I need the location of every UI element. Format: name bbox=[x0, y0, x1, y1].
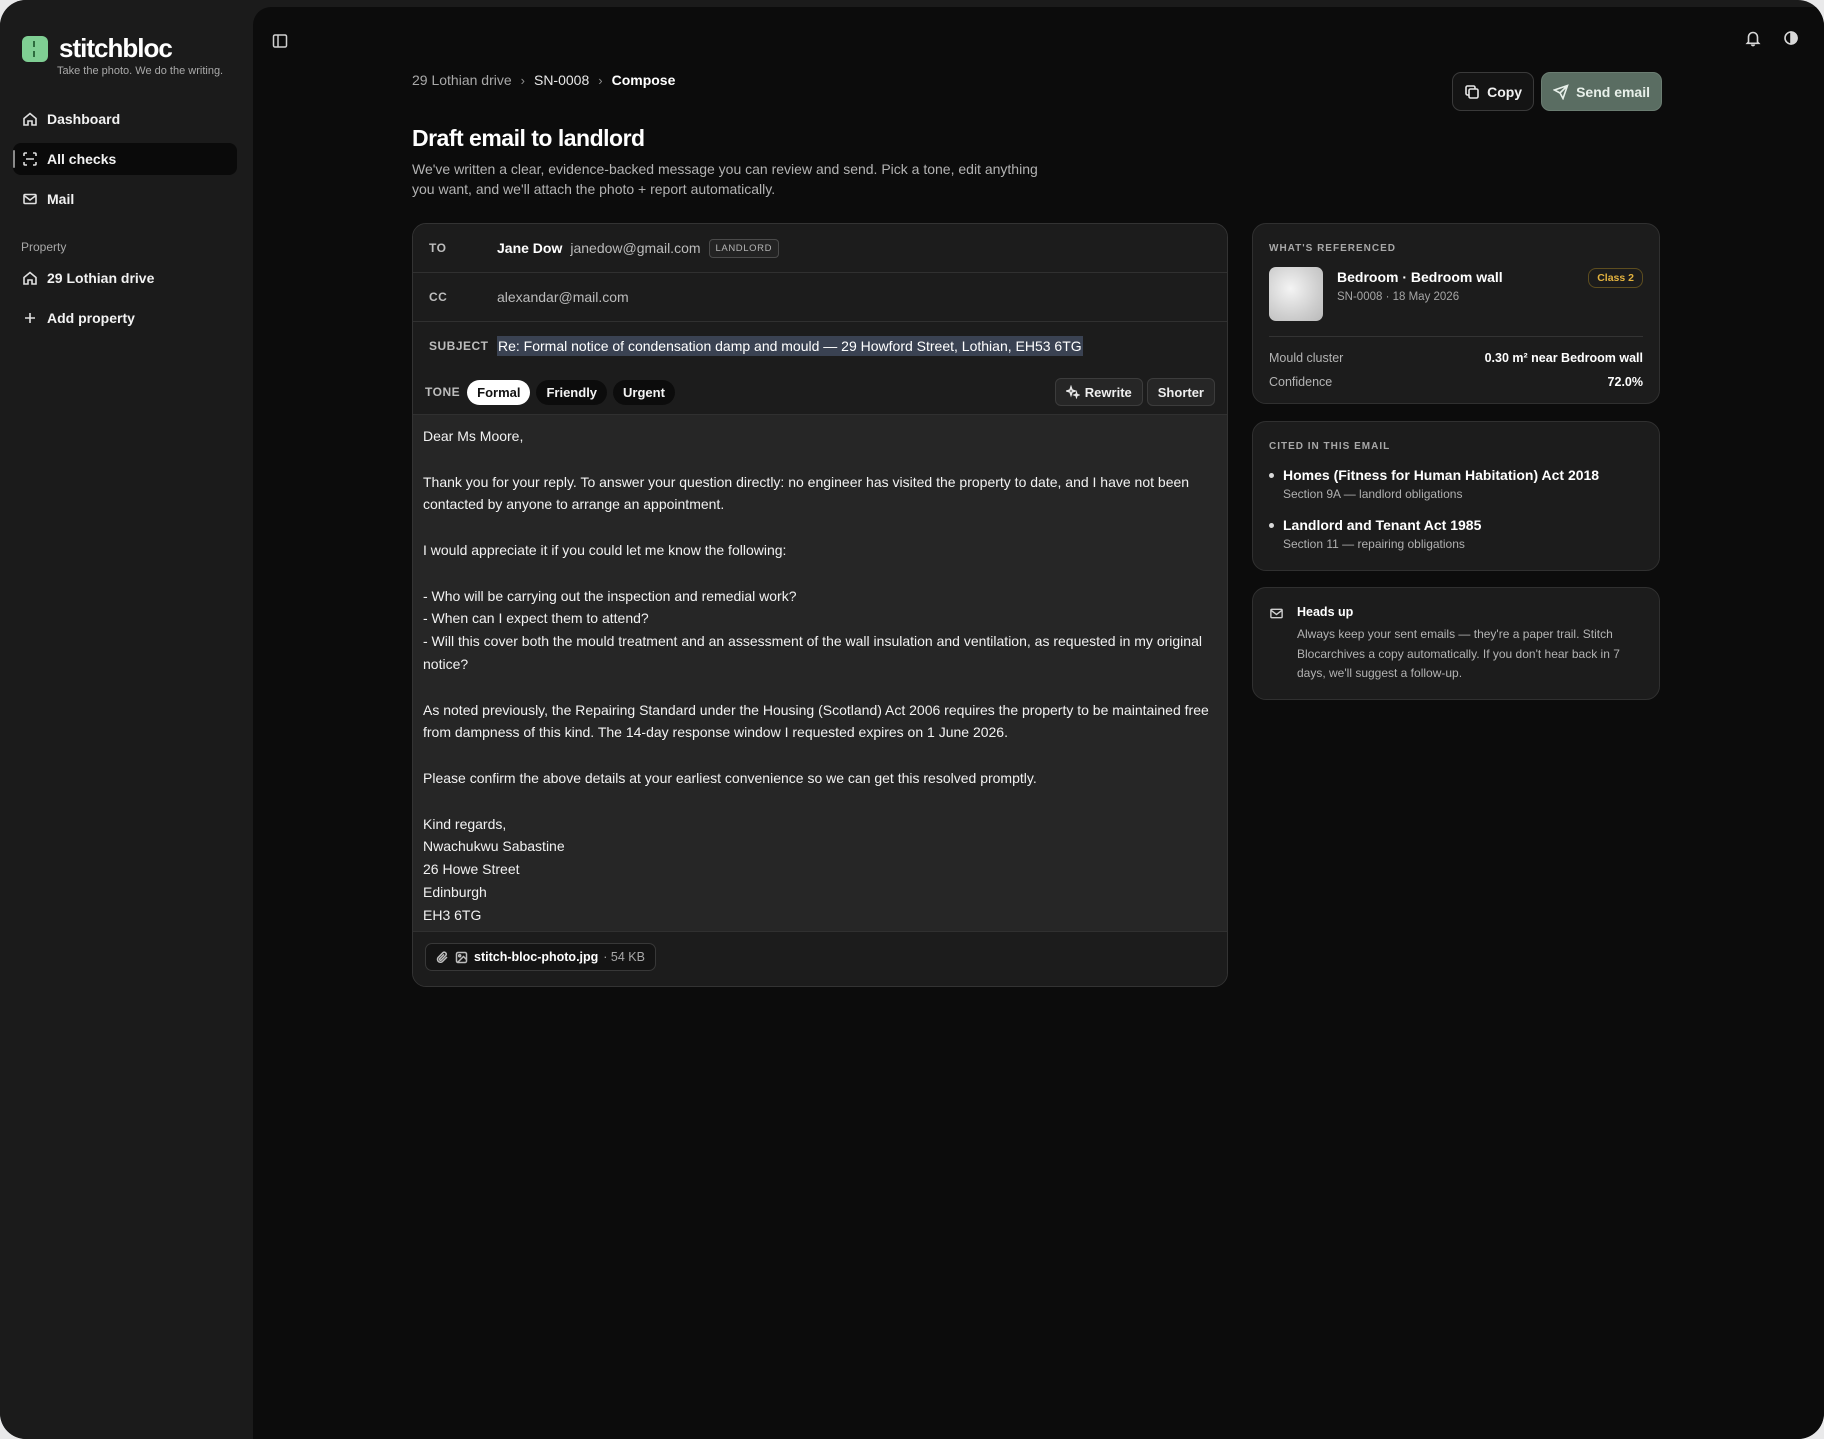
bell-icon[interactable] bbox=[1744, 29, 1762, 47]
sidebar-item-label: Mail bbox=[47, 191, 75, 207]
tone-label: TONE bbox=[425, 385, 461, 399]
cc-row[interactable]: CC alexandar@mail.com bbox=[413, 273, 1227, 322]
citation-title: Landlord and Tenant Act 1985 bbox=[1283, 517, 1482, 533]
mould-label: Mould cluster bbox=[1269, 351, 1344, 365]
citation-sub: Section 11 — repairing obligations bbox=[1283, 537, 1465, 551]
sidebar: stitchbloc Take the photo. We do the wri… bbox=[0, 0, 253, 1439]
sidebar-section-property: Property bbox=[21, 240, 67, 254]
sparkles-icon bbox=[1065, 385, 1080, 399]
scan-icon bbox=[23, 152, 37, 166]
mail-icon bbox=[1270, 608, 1283, 619]
mould-cluster-row: Mould cluster 0.30 m² near Bedroom wall bbox=[1269, 351, 1643, 365]
rewrite-button[interactable]: Rewrite bbox=[1054, 378, 1143, 406]
chevron-right-icon: › bbox=[520, 72, 525, 88]
breadcrumb: 29 Lothian drive › SN-0008 › Compose bbox=[412, 72, 675, 88]
copy-button[interactable]: Copy bbox=[1452, 72, 1535, 111]
heads-up-text: Always keep your sent emails — they're a… bbox=[1297, 627, 1620, 680]
class-badge: Class 2 bbox=[1588, 268, 1643, 288]
send-icon bbox=[1553, 83, 1569, 100]
referenced-panel: WHAT'S REFERENCED Bedroom · Bedroom wall… bbox=[1252, 223, 1660, 404]
attachments-row: stitch-bloc-photo.jpg · 54 KB bbox=[413, 931, 1227, 986]
sidebar-item-label: Add property bbox=[47, 310, 135, 326]
sidebar-item-mail[interactable]: Mail bbox=[13, 183, 237, 215]
photo-thumbnail[interactable] bbox=[1269, 267, 1323, 321]
sidebar-item-property[interactable]: 29 Lothian drive bbox=[13, 262, 237, 294]
copy-label: Copy bbox=[1487, 83, 1523, 100]
referenced-title: Bedroom · Bedroom wall bbox=[1337, 269, 1503, 285]
chevron-right-icon: › bbox=[598, 72, 603, 88]
sidebar-toggle-icon[interactable] bbox=[271, 32, 289, 50]
confidence-value: 72.0% bbox=[1607, 375, 1643, 389]
breadcrumb-current: Compose bbox=[611, 72, 676, 88]
breadcrumb-property[interactable]: 29 Lothian drive bbox=[412, 72, 512, 88]
bullet-icon bbox=[1269, 523, 1274, 528]
app-window: stitchbloc Take the photo. We do the wri… bbox=[0, 0, 1824, 1439]
recipient-email: janedow@gmail.com bbox=[570, 240, 701, 256]
referenced-subtitle: SN-0008 · 18 May 2026 bbox=[1337, 291, 1460, 303]
copy-icon bbox=[1465, 84, 1479, 99]
cc-email[interactable]: alexandar@mail.com bbox=[497, 289, 629, 305]
attachment-filename: stitch-bloc-photo.jpg bbox=[474, 950, 599, 964]
subject-input[interactable]: Re: Formal notice of condensation damp a… bbox=[497, 336, 1083, 356]
cc-label: CC bbox=[429, 290, 448, 304]
heads-up-title: Heads up bbox=[1297, 605, 1354, 619]
bullet-icon bbox=[1269, 473, 1274, 478]
heads-up-panel: Heads up Always keep your sent emails — … bbox=[1252, 587, 1660, 700]
mail-icon bbox=[23, 193, 37, 205]
attachment-size: · 54 KB bbox=[603, 950, 645, 964]
page-subtitle: We've written a clear, evidence-backed m… bbox=[412, 161, 1038, 197]
to-row[interactable]: TO Jane Dow janedow@gmail.com LANDLORD bbox=[413, 224, 1227, 273]
paperclip-icon bbox=[436, 950, 448, 963]
email-body-textarea[interactable]: Dear Ms Moore, Thank you for your reply.… bbox=[413, 415, 1227, 931]
send-label: Send email bbox=[1576, 83, 1650, 100]
shorter-button[interactable]: Shorter bbox=[1146, 378, 1215, 406]
main-content: 29 Lothian drive › SN-0008 › Compose Cop… bbox=[253, 7, 1824, 1439]
top-icons bbox=[1744, 29, 1800, 47]
sidebar-item-all-checks[interactable]: All checks bbox=[13, 143, 237, 175]
image-icon bbox=[455, 951, 468, 963]
cited-panel: CITED IN THIS EMAIL Homes (Fitness for H… bbox=[1252, 421, 1660, 571]
sidebar-item-label: 29 Lothian drive bbox=[47, 270, 155, 286]
cited-heading: CITED IN THIS EMAIL bbox=[1269, 441, 1391, 452]
recipient-name: Jane Dow bbox=[497, 240, 563, 256]
tone-actions: Rewrite Shorter bbox=[1054, 378, 1215, 406]
subject-label: SUBJECT bbox=[429, 339, 489, 353]
tone-row: TONE Formal Friendly Urgent Rewrite Shor… bbox=[413, 370, 1227, 415]
shorter-label: Shorter bbox=[1157, 384, 1204, 400]
brand-tagline: Take the photo. We do the writing. bbox=[57, 65, 224, 77]
subject-row[interactable]: SUBJECT Re: Formal notice of condensatio… bbox=[413, 322, 1227, 371]
add-property-button[interactable]: Add property bbox=[13, 302, 237, 334]
rewrite-label: Rewrite bbox=[1084, 384, 1132, 400]
referenced-heading: WHAT'S REFERENCED bbox=[1269, 243, 1396, 254]
home-icon bbox=[23, 112, 37, 126]
sidebar-item-label: Dashboard bbox=[47, 111, 121, 127]
breadcrumb-check[interactable]: SN-0008 bbox=[534, 72, 589, 88]
tone-friendly-chip[interactable]: Friendly bbox=[536, 379, 608, 405]
page-actions: Copy Send email bbox=[1452, 72, 1662, 111]
attachment-chip[interactable]: stitch-bloc-photo.jpg · 54 KB bbox=[425, 943, 656, 971]
stitchbloc-logo-icon bbox=[22, 35, 48, 62]
divider bbox=[1269, 336, 1643, 337]
to-label: TO bbox=[429, 241, 447, 255]
theme-toggle-icon[interactable] bbox=[1782, 29, 1800, 47]
confidence-row: Confidence 72.0% bbox=[1269, 375, 1643, 389]
recipient-role-badge: LANDLORD bbox=[708, 238, 780, 258]
logo[interactable]: stitchbloc bbox=[22, 33, 173, 64]
sidebar-item-label: All checks bbox=[47, 151, 117, 167]
send-email-button[interactable]: Send email bbox=[1541, 72, 1662, 111]
home-icon bbox=[23, 271, 37, 285]
citation-title: Homes (Fitness for Human Habitation) Act… bbox=[1283, 467, 1600, 483]
brand-name: stitchbloc bbox=[59, 33, 173, 63]
page-title: Draft email to landlord bbox=[412, 125, 645, 151]
email-composer: TO Jane Dow janedow@gmail.com LANDLORD C… bbox=[412, 223, 1228, 987]
tone-formal-chip[interactable]: Formal bbox=[467, 379, 531, 405]
tone-urgent-chip[interactable]: Urgent bbox=[613, 379, 675, 405]
mould-value: 0.30 m² near Bedroom wall bbox=[1484, 351, 1643, 365]
citation-sub: Section 9A — landlord obligations bbox=[1283, 487, 1463, 501]
confidence-label: Confidence bbox=[1269, 375, 1333, 389]
plus-icon bbox=[25, 313, 35, 323]
sidebar-item-dashboard[interactable]: Dashboard bbox=[13, 103, 237, 135]
